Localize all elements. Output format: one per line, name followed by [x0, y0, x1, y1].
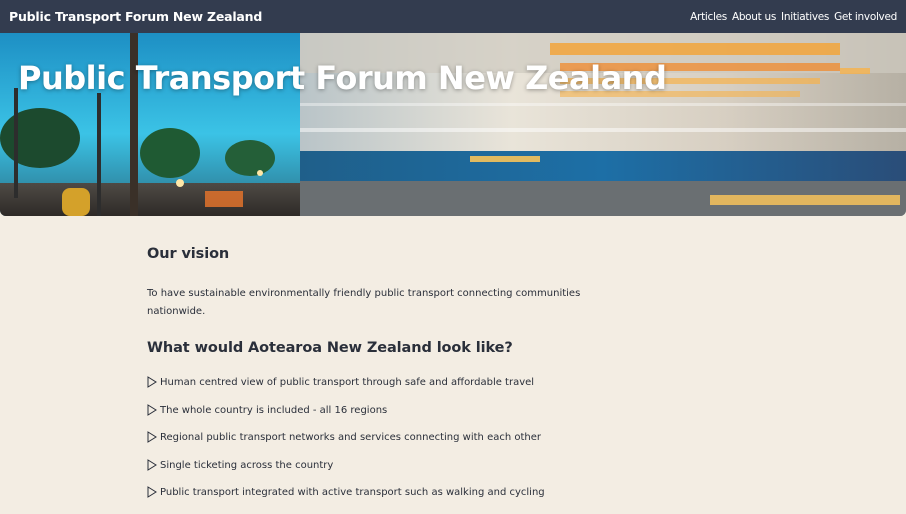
nav-about-us[interactable]: About us	[732, 11, 776, 23]
site-brand-link[interactable]: Public Transport Forum New Zealand	[9, 9, 262, 24]
list-item-text: Single ticketing across the country	[160, 459, 334, 471]
vision-text: To have sustainable environmentally frie…	[147, 288, 581, 317]
hero-banner: Public Transport Forum New Zealand	[0, 33, 906, 216]
list-item-text: Human centred view of public transport t…	[160, 377, 535, 388]
play-triangle-icon	[147, 431, 157, 443]
nav-articles[interactable]: Articles	[690, 11, 727, 23]
list-item-text: Public transport integrated with active …	[160, 487, 545, 498]
play-triangle-icon	[147, 376, 157, 388]
list-item-text: Regional public transport networks and s…	[160, 432, 542, 443]
list-item: The whole country is included - all 16 r…	[147, 403, 587, 432]
vision-heading: Our vision	[147, 246, 230, 262]
hero-title: Public Transport Forum New Zealand	[18, 59, 667, 97]
nav-get-involved[interactable]: Get involved	[834, 11, 897, 23]
play-triangle-icon	[147, 458, 157, 471]
look-list: Human centred view of public transport t…	[147, 376, 587, 514]
look-heading: What would Aotearoa New Zealand look lik…	[147, 340, 513, 356]
list-item: Public transport integrated with active …	[147, 486, 587, 514]
list-item: Human centred view of public transport t…	[147, 376, 587, 404]
play-triangle-icon	[147, 403, 157, 416]
list-item: Regional public transport networks and s…	[147, 431, 587, 459]
nav-initiatives[interactable]: Initiatives	[781, 11, 829, 23]
play-triangle-icon	[147, 486, 157, 498]
list-item-text: The whole country is included - all 16 r…	[160, 404, 388, 416]
top-navigation-bar: Public Transport Forum New Zealand Artic…	[0, 0, 906, 33]
main-nav: Articles About us Initiatives Get involv…	[690, 11, 897, 23]
list-item: Single ticketing across the country	[147, 458, 587, 487]
